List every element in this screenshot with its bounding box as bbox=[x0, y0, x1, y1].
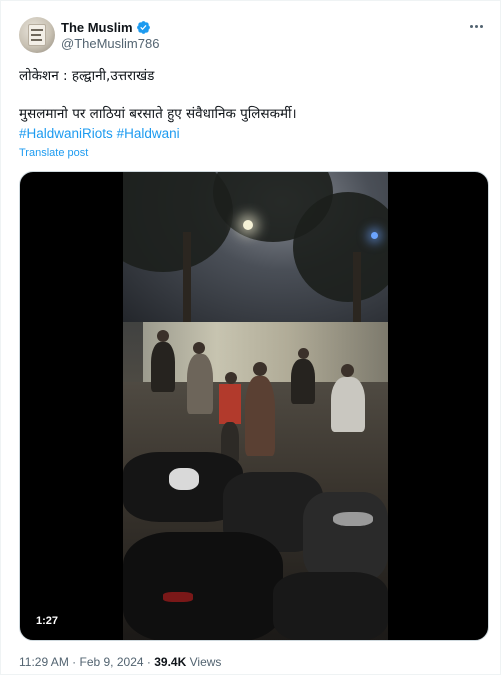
scene-person bbox=[253, 362, 267, 376]
avatar-detail bbox=[31, 29, 43, 31]
scene-person bbox=[187, 354, 213, 414]
scene-trunk bbox=[183, 232, 191, 332]
scene-person bbox=[291, 359, 315, 404]
more-dot bbox=[474, 24, 478, 28]
parked-motorcycle bbox=[303, 492, 388, 582]
scene-person bbox=[219, 384, 241, 424]
views-count: 39.4K bbox=[154, 655, 187, 669]
scene-person bbox=[151, 342, 175, 392]
tweet-time[interactable]: 11:29 AM bbox=[19, 655, 69, 669]
meta-separator: · bbox=[146, 655, 151, 669]
scene-person bbox=[341, 364, 354, 377]
hashtags: #HaldwaniRiots #Haldwani bbox=[19, 125, 180, 143]
street-light bbox=[371, 232, 378, 239]
tweet-meta: 11:29 AM · Feb 9, 2024 · 39.4K Views bbox=[19, 655, 221, 669]
more-dot bbox=[479, 24, 483, 28]
avatar-detail bbox=[31, 39, 42, 41]
hashtag-haldwaniriots[interactable]: #HaldwaniRiots bbox=[19, 126, 113, 141]
more-dot bbox=[469, 24, 473, 28]
scene-person bbox=[298, 348, 309, 359]
scene-trunk bbox=[353, 252, 361, 332]
hashtag-haldwani[interactable]: #Haldwani bbox=[117, 126, 180, 141]
street-light bbox=[243, 220, 253, 230]
handle[interactable]: @TheMuslim786 bbox=[61, 36, 159, 51]
motorcycle-headlight bbox=[169, 468, 199, 490]
motorcycle-seat bbox=[333, 512, 373, 526]
display-name[interactable]: The Muslim bbox=[61, 20, 133, 35]
parked-motorcycle bbox=[123, 532, 283, 640]
avatar[interactable] bbox=[19, 17, 55, 53]
scene-person bbox=[157, 330, 169, 342]
video-player[interactable]: 1:27 bbox=[19, 171, 489, 641]
tweet-text-location: लोकेशन : हल्द्वानी,उत्तराखंड bbox=[19, 68, 155, 84]
parked-motorcycle bbox=[273, 572, 388, 640]
scene-person bbox=[193, 342, 205, 354]
tail-light bbox=[163, 592, 193, 602]
meta-separator: · bbox=[72, 655, 77, 669]
tweet-date[interactable]: Feb 9, 2024 bbox=[80, 655, 144, 669]
scene-person bbox=[245, 376, 275, 456]
video-thumbnail bbox=[123, 172, 388, 640]
tweet-card: The Muslim @TheMuslim786 लोकेशन : हल्द्व… bbox=[0, 0, 501, 675]
verified-badge-icon bbox=[136, 20, 150, 34]
views-label: Views bbox=[189, 655, 222, 669]
scene-person bbox=[225, 372, 237, 384]
scene-person bbox=[331, 377, 365, 432]
tweet-text-body: मुसलमानो पर लाठियां बरसाते हुए संवैधानिक… bbox=[19, 106, 297, 122]
avatar-detail bbox=[31, 34, 41, 36]
video-duration: 1:27 bbox=[32, 613, 63, 629]
translate-post-link[interactable]: Translate post bbox=[19, 147, 88, 159]
tweet-header: The Muslim @TheMuslim786 bbox=[19, 15, 487, 55]
more-options-icon[interactable] bbox=[465, 18, 487, 34]
name-row: The Muslim bbox=[61, 18, 151, 36]
